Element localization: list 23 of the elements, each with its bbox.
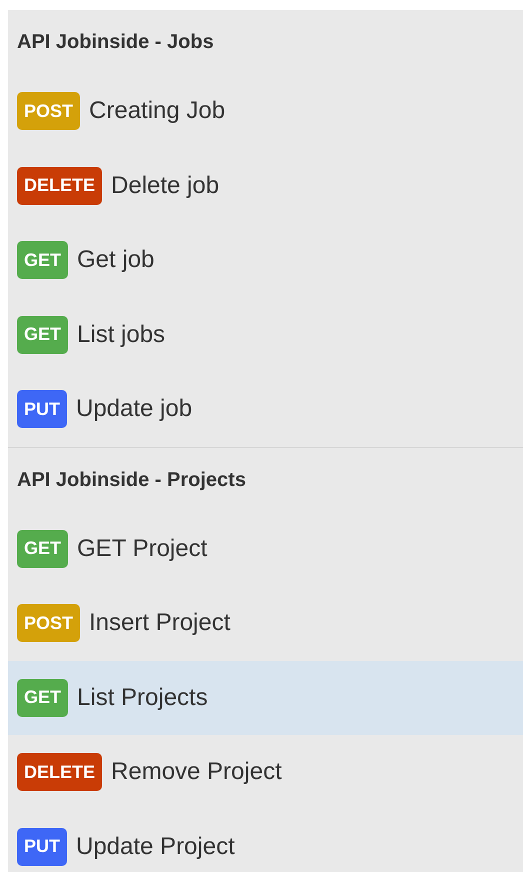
section-heading: API Jobinside - Jobs bbox=[17, 30, 214, 55]
method-badge: PUT bbox=[17, 390, 67, 428]
method-badge: DELETE bbox=[17, 166, 102, 205]
endpoint-name: GET Project bbox=[77, 534, 208, 564]
endpoint-name: Creating Job bbox=[89, 96, 226, 126]
endpoint-name: Get job bbox=[77, 245, 154, 276]
method-badge: GET bbox=[17, 241, 68, 280]
endpoint-name: List Projects bbox=[77, 682, 208, 713]
method-badge: GET bbox=[17, 316, 68, 354]
endpoint-name: List jobs bbox=[77, 320, 166, 350]
endpoint-name: Update Project bbox=[76, 832, 235, 862]
method-badge: PUT bbox=[17, 828, 67, 866]
endpoint-name: Update job bbox=[76, 394, 192, 424]
method-badge: POST bbox=[17, 604, 80, 642]
method-badge: POST bbox=[17, 92, 80, 130]
endpoint-name: Insert Project bbox=[89, 608, 230, 638]
method-badge: GET bbox=[17, 678, 68, 717]
method-badge: GET bbox=[17, 530, 68, 568]
endpoint-name: Remove Project bbox=[111, 757, 282, 788]
endpoint-item[interactable]: GET List Projects bbox=[8, 660, 523, 735]
endpoint-name: Delete job bbox=[111, 170, 220, 201]
section-heading: API Jobinside - Projects bbox=[17, 468, 246, 492]
method-badge: DELETE bbox=[17, 753, 102, 792]
